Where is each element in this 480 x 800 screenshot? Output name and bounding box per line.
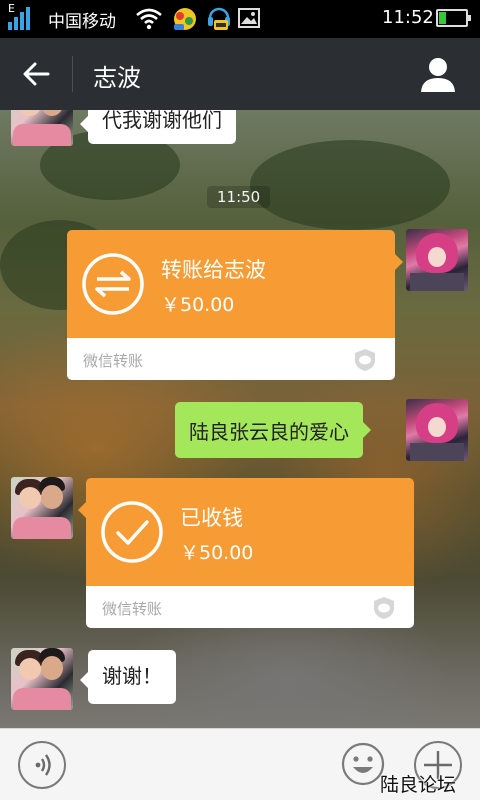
status-time: 11:52: [382, 7, 434, 28]
transfer-title: 已收钱: [180, 506, 243, 530]
chat-info-button[interactable]: [418, 54, 458, 94]
network-type: E: [8, 2, 15, 15]
watermark: 陆良论坛: [380, 774, 457, 796]
chat-header: 志波: [0, 38, 480, 110]
transfer-card-received[interactable]: 已收钱 ￥50.00 微信转账: [78, 478, 414, 628]
transfer-footer: 微信转账: [83, 352, 144, 370]
chat-title: 志波: [93, 64, 141, 92]
status-bar: E 中国移动 11:52: [0, 0, 480, 38]
voice-icon: [35, 754, 51, 776]
transfer-amount: ￥50.00: [161, 294, 235, 316]
emoji-icon: [341, 742, 385, 786]
wifi-icon: [136, 8, 162, 30]
qq-notification-icon: [208, 7, 230, 30]
friend-avatar[interactable]: [11, 110, 73, 146]
chat-area[interactable]: 代我谢谢他们 11:50 转账给志波 ￥50.00 微信转账 陆良张云良的爱心: [0, 110, 480, 728]
back-arrow-icon: [23, 62, 50, 86]
header-divider: [72, 56, 73, 92]
voice-input-button[interactable]: [18, 741, 66, 789]
transfer-card-sent[interactable]: 转账给志波 ￥50.00 微信转账: [67, 230, 403, 380]
message-bubble-received[interactable]: 谢谢！: [80, 650, 176, 704]
message-text: 谢谢！: [102, 664, 162, 688]
signal-icon: E: [8, 2, 38, 32]
transfer-amount: ￥50.00: [180, 542, 254, 564]
back-button[interactable]: [14, 56, 58, 92]
check-icon: [101, 501, 163, 563]
my-avatar[interactable]: [406, 399, 468, 461]
carrier-name: 中国移动: [48, 12, 116, 32]
transfer-title: 转账给志波: [161, 258, 266, 282]
friend-avatar[interactable]: [11, 648, 73, 710]
my-avatar[interactable]: [406, 229, 468, 291]
app-notification-icon: [174, 8, 196, 30]
wechat-pay-icon: [355, 349, 375, 371]
message-timestamp: 11:50: [207, 186, 271, 208]
transfer-footer: 微信转账: [102, 600, 163, 618]
message-text: 陆良张云良的爱心: [189, 419, 349, 444]
message-bubble-received[interactable]: 代我谢谢他们: [80, 110, 236, 144]
transfer-arrows-icon: [82, 253, 144, 315]
message-bubble-sent[interactable]: 陆良张云良的爱心: [175, 402, 371, 458]
person-icon: [429, 58, 447, 76]
image-notification-icon: [238, 8, 260, 28]
wechat-pay-icon: [374, 597, 394, 619]
friend-avatar[interactable]: [11, 477, 73, 539]
battery-icon: [436, 9, 471, 27]
message-text: 代我谢谢他们: [102, 110, 222, 132]
